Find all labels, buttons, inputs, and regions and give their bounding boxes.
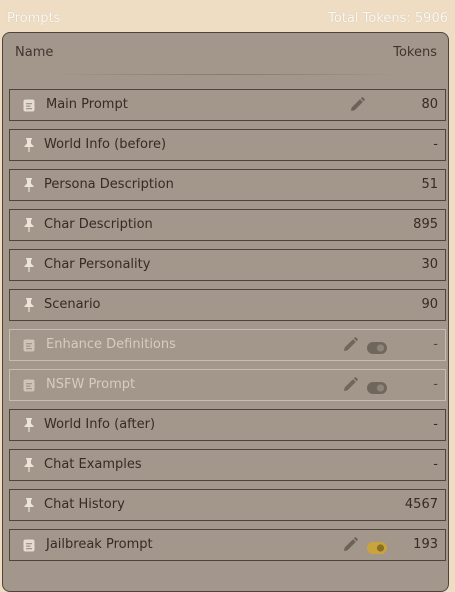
prompt-row[interactable]: World Info (before) - bbox=[9, 129, 446, 161]
prompt-name: Persona Description bbox=[44, 177, 174, 192]
pin-icon bbox=[21, 290, 37, 320]
prompt-row[interactable]: NSFW Prompt - bbox=[9, 369, 446, 401]
column-header-tokens: Tokens bbox=[393, 45, 437, 60]
prompt-token-count: 193 bbox=[413, 537, 438, 552]
document-icon bbox=[21, 90, 37, 120]
pin-icon bbox=[21, 170, 37, 200]
prompt-row[interactable]: Char Personality 30 bbox=[9, 249, 446, 281]
prompt-row[interactable]: Char Description 895 bbox=[9, 209, 446, 241]
prompts-panel: Name Tokens Main Prompt 80 World Info (bef… bbox=[2, 32, 449, 592]
prompt-row[interactable]: Chat Examples - bbox=[9, 449, 446, 481]
prompt-name: Chat Examples bbox=[44, 457, 142, 472]
prompt-row[interactable]: Jailbreak Prompt 193 bbox=[9, 529, 446, 561]
prompt-token-count: - bbox=[433, 417, 438, 432]
edit-pencil-icon[interactable] bbox=[348, 96, 366, 114]
enable-toggle[interactable] bbox=[367, 539, 387, 554]
prompt-token-count: 51 bbox=[421, 177, 438, 192]
pin-icon bbox=[21, 450, 37, 480]
prompt-token-count: 895 bbox=[413, 217, 438, 232]
prompt-name: Char Description bbox=[44, 217, 153, 232]
pin-icon bbox=[21, 490, 37, 520]
prompt-row[interactable]: Enhance Definitions - bbox=[9, 329, 446, 361]
prompt-name: Chat History bbox=[44, 497, 125, 512]
prompt-token-count: - bbox=[433, 457, 438, 472]
prompt-name: World Info (after) bbox=[44, 417, 156, 432]
document-icon bbox=[21, 530, 37, 560]
prompt-token-count: - bbox=[433, 337, 438, 352]
edit-pencil-icon[interactable] bbox=[341, 336, 359, 354]
prompt-row[interactable]: Main Prompt 80 bbox=[9, 89, 446, 121]
prompt-token-count: 30 bbox=[421, 257, 438, 272]
pin-icon bbox=[21, 130, 37, 160]
pin-icon bbox=[21, 210, 37, 240]
prompt-row[interactable]: World Info (after) - bbox=[9, 409, 446, 441]
prompt-name: Jailbreak Prompt bbox=[46, 537, 153, 552]
edit-pencil-icon[interactable] bbox=[341, 536, 359, 554]
prompt-name: Main Prompt bbox=[46, 97, 128, 112]
prompt-token-count: - bbox=[433, 377, 438, 392]
prompt-name: NSFW Prompt bbox=[46, 377, 136, 392]
prompts-header-title: Prompts bbox=[7, 11, 61, 26]
column-header-name: Name bbox=[15, 45, 54, 60]
enable-toggle[interactable] bbox=[367, 339, 387, 354]
prompt-row[interactable]: Persona Description 51 bbox=[9, 169, 446, 201]
prompt-row[interactable]: Chat History 4567 bbox=[9, 489, 446, 521]
total-tokens-label: Total Tokens: 5906 bbox=[328, 11, 448, 26]
prompt-token-count: - bbox=[433, 137, 438, 152]
prompt-token-count: 4567 bbox=[404, 497, 438, 512]
prompt-name: Scenario bbox=[44, 297, 101, 312]
pin-icon bbox=[21, 250, 37, 280]
prompt-name: World Info (before) bbox=[44, 137, 167, 152]
document-icon bbox=[21, 330, 37, 360]
prompt-name: Enhance Definitions bbox=[46, 337, 176, 352]
enable-toggle[interactable] bbox=[367, 379, 387, 394]
pin-icon bbox=[21, 410, 37, 440]
prompt-token-count: 90 bbox=[421, 297, 438, 312]
prompt-name: Char Personality bbox=[44, 257, 151, 272]
document-icon bbox=[21, 370, 37, 400]
edit-pencil-icon[interactable] bbox=[341, 376, 359, 394]
prompt-token-count: 80 bbox=[421, 97, 438, 112]
prompt-row[interactable]: Scenario 90 bbox=[9, 289, 446, 321]
header-divider bbox=[51, 74, 400, 75]
prompt-list: Main Prompt 80 World Info (before) - Persona… bbox=[9, 89, 446, 569]
